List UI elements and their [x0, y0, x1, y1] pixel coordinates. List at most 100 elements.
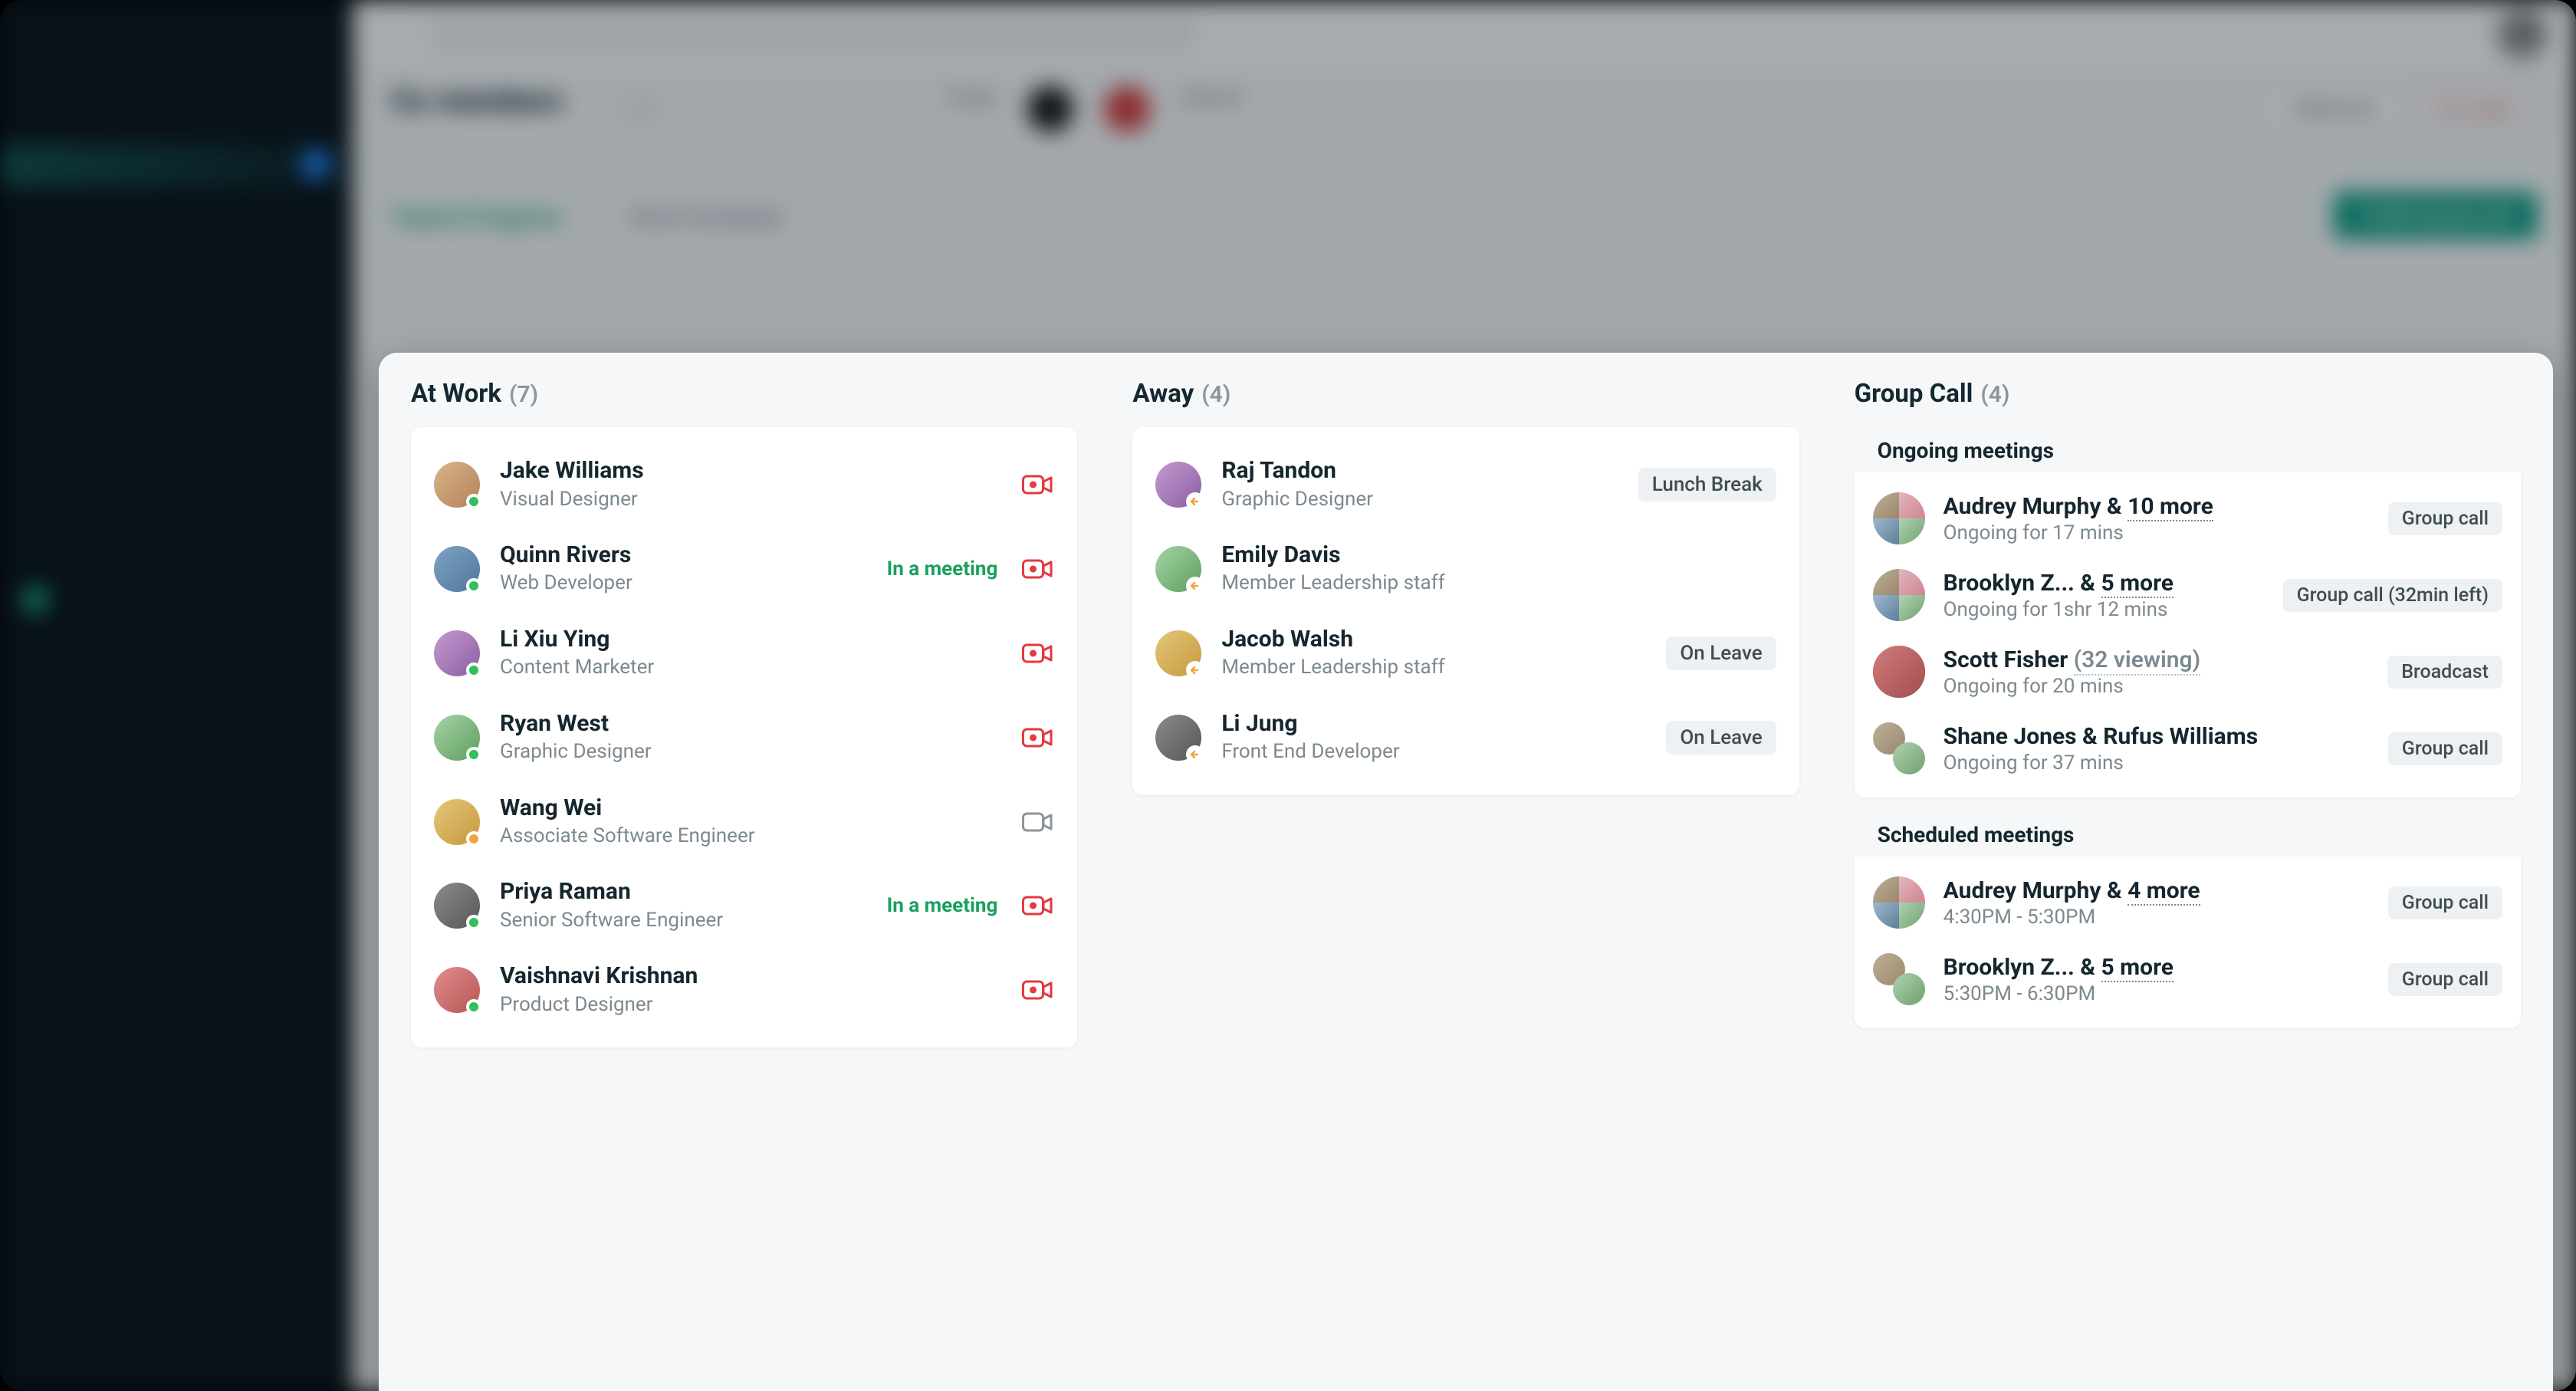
person-role: Content Marketer — [500, 653, 1001, 681]
person-role: Visual Designer — [500, 485, 1001, 513]
at-work-person-row[interactable]: Wang Wei Associate Software Engineer — [434, 780, 1054, 864]
at-work-person-row[interactable]: Vaishnavi Krishnan Product Designer — [434, 948, 1054, 1032]
call-type-pill[interactable]: Group call — [2388, 732, 2502, 765]
at-work-person-row[interactable]: Ryan West Graphic Designer — [434, 696, 1054, 780]
avatar — [434, 546, 480, 592]
person-name: Priya Raman — [500, 877, 867, 906]
avatar — [434, 883, 480, 929]
avatar — [434, 715, 480, 761]
more-participants-link[interactable]: 5 more — [2101, 570, 2174, 598]
column-group-call: Group Call (4) Ongoing meetings Audrey M… — [1855, 379, 2521, 1376]
away-arrow-icon — [1186, 577, 1204, 595]
participants-avatar-cluster — [1873, 876, 1925, 929]
at-work-count: (7) — [509, 381, 538, 408]
call-title: Audrey Murphy & — [1944, 493, 2128, 520]
status-dot — [466, 578, 481, 594]
call-type-pill[interactable]: Broadcast — [2387, 656, 2502, 689]
scheduled-meetings-heading: Scheduled meetings — [1855, 811, 2521, 857]
video-camera-icon — [1022, 474, 1053, 495]
group-call-row[interactable]: Audrey Murphy & 10 more Ongoing for 17 m… — [1873, 480, 2502, 557]
group-call-row[interactable]: Brooklyn Z... & 5 more 5:30PM - 6:30PM G… — [1873, 941, 2502, 1018]
person-role: Graphic Designer — [1221, 485, 1618, 513]
avatar — [434, 967, 480, 1013]
more-participants-link[interactable]: 10 more — [2128, 493, 2213, 521]
away-reason-pill: On Leave — [1666, 636, 1776, 670]
presence-panel: At Work (7) Jake Williams Visual Designe… — [379, 353, 2553, 1391]
away-reason-pill: On Leave — [1666, 721, 1776, 755]
call-type-pill[interactable]: Group call — [2388, 886, 2502, 919]
video-camera-icon — [1022, 558, 1053, 580]
person-name: Li Xiu Ying — [500, 625, 1001, 654]
status-dot — [466, 999, 481, 1014]
in-meeting-tag: In a meeting — [887, 894, 998, 917]
start-video-call-button[interactable] — [1020, 638, 1054, 669]
call-subtext: Ongoing for 17 mins — [1944, 521, 2370, 544]
call-title: Scott Fisher — [1944, 646, 2074, 673]
away-count: (4) — [1201, 381, 1230, 408]
start-video-call-button[interactable] — [1020, 975, 1054, 1005]
group-call-count: (4) — [1980, 381, 2009, 408]
at-work-person-row[interactable]: Priya Raman Senior Software Engineer In … — [434, 863, 1054, 948]
ongoing-meetings-heading: Ongoing meetings — [1855, 427, 2521, 472]
away-person-row[interactable]: Raj Tandon Graphic Designer Lunch Break — [1155, 442, 1776, 527]
person-role: Senior Software Engineer — [500, 906, 867, 934]
start-video-call-button[interactable] — [1020, 554, 1054, 584]
status-dot — [466, 494, 481, 509]
call-type-pill[interactable]: Group call — [2388, 502, 2502, 535]
call-subtext: Ongoing for 37 mins — [1944, 751, 2370, 774]
group-call-title: Group Call — [1855, 379, 1973, 409]
avatar — [434, 630, 480, 676]
away-arrow-icon — [1186, 492, 1204, 511]
status-dot — [466, 915, 481, 930]
away-title: Away — [1132, 379, 1194, 409]
more-participants-link[interactable]: 5 more — [2101, 954, 2174, 982]
group-call-row[interactable]: Scott Fisher (32 viewing) Ongoing for 20… — [1873, 633, 2502, 710]
person-name: Ryan West — [500, 709, 1001, 738]
call-type-pill[interactable]: Group call (32min left) — [2283, 579, 2502, 612]
call-title: Shane Jones & Rufus Williams — [1944, 723, 2258, 750]
person-role: Associate Software Engineer — [500, 822, 1001, 850]
participants-avatar-cluster — [1873, 953, 1925, 1005]
participants-avatar-cluster — [1873, 646, 1925, 698]
person-role: Front End Developer — [1221, 738, 1646, 765]
participants-avatar-cluster — [1873, 492, 1925, 544]
status-dot — [466, 747, 481, 762]
avatar — [1155, 546, 1201, 592]
call-type-pill[interactable]: Group call — [2388, 963, 2502, 996]
call-subtext: 5:30PM - 6:30PM — [1944, 982, 2370, 1005]
start-video-call-button[interactable] — [1020, 722, 1054, 753]
at-work-person-row[interactable]: Li Xiu Ying Content Marketer — [434, 611, 1054, 696]
at-work-title: At Work — [411, 379, 501, 409]
avatar — [1155, 462, 1201, 508]
status-dot — [466, 831, 481, 847]
participants-avatar-cluster — [1873, 569, 1925, 621]
group-call-row[interactable]: Audrey Murphy & 4 more 4:30PM - 5:30PM G… — [1873, 864, 2502, 941]
group-call-row[interactable]: Shane Jones & Rufus Williams Ongoing for… — [1873, 710, 2502, 787]
away-person-row[interactable]: Li Jung Front End Developer On Leave — [1155, 696, 1776, 780]
away-person-row[interactable]: Emily Davis Member Leadership staff — [1155, 527, 1776, 611]
call-subtext: 4:30PM - 5:30PM — [1944, 906, 2370, 929]
at-work-person-row[interactable]: Jake Williams Visual Designer — [434, 442, 1054, 527]
avatar — [1155, 630, 1201, 676]
person-role: Product Designer — [500, 991, 1001, 1018]
start-video-call-button[interactable] — [1020, 807, 1054, 837]
person-name: Li Jung — [1221, 709, 1646, 738]
away-reason-pill: Lunch Break — [1638, 468, 1776, 501]
viewing-count: (32 viewing) — [2074, 646, 2200, 676]
more-participants-link[interactable]: 4 more — [2128, 877, 2200, 906]
avatar — [434, 462, 480, 508]
person-role: Web Developer — [500, 569, 867, 597]
video-camera-icon — [1022, 979, 1053, 1001]
video-camera-icon — [1022, 727, 1053, 748]
at-work-person-row[interactable]: Quinn Rivers Web Developer In a meeting — [434, 527, 1054, 611]
group-call-row[interactable]: Brooklyn Z... & 5 more Ongoing for 1shr … — [1873, 557, 2502, 633]
start-video-call-button[interactable] — [1020, 469, 1054, 500]
away-person-row[interactable]: Jacob Walsh Member Leadership staff On L… — [1155, 611, 1776, 696]
video-camera-icon — [1022, 895, 1053, 916]
call-title: Brooklyn Z... & — [1944, 954, 2101, 981]
call-title: Audrey Murphy & — [1944, 877, 2128, 904]
start-video-call-button[interactable] — [1020, 890, 1054, 921]
video-camera-icon — [1022, 643, 1053, 664]
person-name: Raj Tandon — [1221, 456, 1618, 485]
call-title: Brooklyn Z... & — [1944, 570, 2101, 597]
